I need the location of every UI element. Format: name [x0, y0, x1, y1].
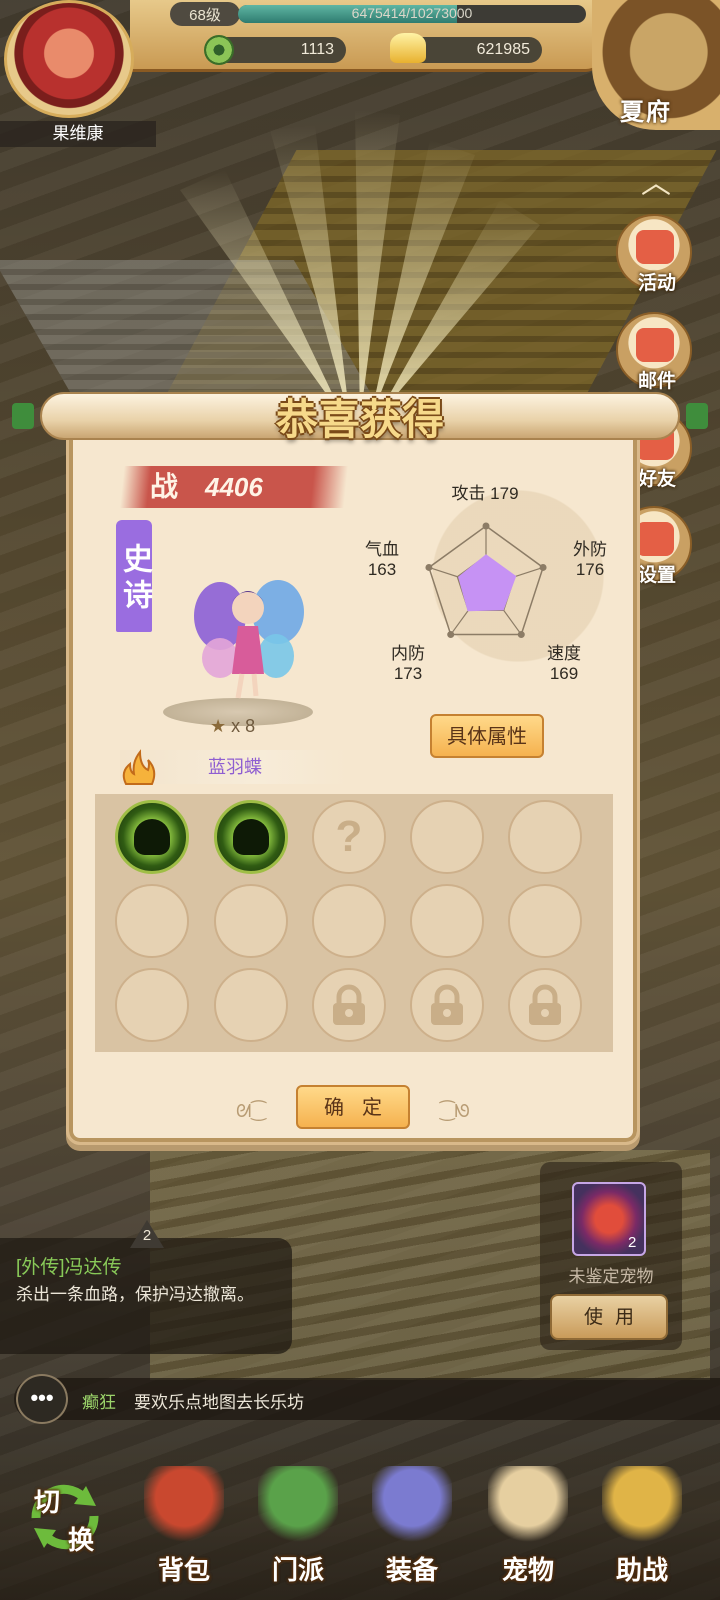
radar-vertex-inner_defense — [447, 631, 455, 639]
nav-label: 装备 — [385, 1556, 438, 1586]
bag-icon — [144, 1466, 224, 1546]
switch-button[interactable]: 切 换 — [12, 1458, 116, 1592]
stat-speed-label: 速度 — [547, 644, 581, 663]
helmet-icon — [602, 1466, 682, 1546]
popup-title: 恭喜获得 — [275, 395, 444, 444]
stat-attack-value: 179 — [490, 484, 519, 503]
stat-hp-value: 163 — [367, 560, 397, 579]
skill-slot-empty[interactable] — [312, 884, 386, 958]
nav-label: 背包 — [157, 1556, 210, 1586]
ornament-left-icon: ᘛ⁐ — [236, 1101, 266, 1121]
lock-icon — [431, 984, 463, 1025]
nav-sword[interactable]: 装备 — [360, 1458, 464, 1592]
stat-outer-defense: 外防 176 — [562, 540, 618, 580]
skill-slot-empty[interactable] — [214, 968, 288, 1042]
scroll-knob-left — [12, 403, 34, 429]
radar-vertex-speed — [517, 631, 525, 639]
nav-cat[interactable]: 宠物 — [476, 1458, 580, 1592]
skill-slot-filled[interactable] — [115, 800, 189, 874]
chat-bar[interactable] — [14, 1378, 720, 1420]
radar-vertex-hp — [425, 563, 433, 571]
skill-slot-locked — [312, 968, 386, 1042]
side-button-label: 好友 — [638, 469, 677, 490]
switch-label-top: 切 — [34, 1488, 61, 1518]
stat-inner-defense-label: 内防 — [391, 644, 425, 663]
stat-inner-defense: 内防 173 — [380, 644, 436, 684]
stat-outer-defense-value: 176 — [575, 560, 605, 579]
stat-radar-chart — [425, 522, 547, 639]
confirm-button[interactable]: 确定 — [296, 1085, 410, 1129]
side-button-label: 设置 — [638, 565, 677, 586]
stat-speed: 速度 169 — [536, 644, 592, 684]
star-count: x 8 — [231, 716, 256, 736]
skill-slot-empty[interactable] — [115, 884, 189, 958]
flame-icon — [122, 749, 156, 785]
power-value: 4406 — [205, 472, 263, 502]
stat-speed-value: 169 — [549, 664, 579, 683]
stat-attack: 攻击 179 — [440, 484, 530, 504]
chat-bubble-icon[interactable]: ••• — [16, 1374, 68, 1424]
dash-skill-icon — [233, 819, 269, 855]
skill-slot-empty[interactable] — [508, 884, 582, 958]
stat-attack-label: 攻击 — [451, 484, 486, 503]
pet-item-label: 未鉴定宠物 — [568, 1267, 654, 1286]
gear-icon — [636, 522, 674, 556]
skill-slot-empty[interactable] — [508, 800, 582, 874]
star-rating: ★ x 8 — [210, 716, 255, 737]
skill-slot-locked — [508, 968, 582, 1042]
skill-slot-empty[interactable] — [410, 800, 484, 874]
sword-icon — [372, 1466, 452, 1546]
radar-value-area — [458, 554, 517, 612]
detailed-attributes-button[interactable]: 具体属性 — [430, 714, 544, 758]
nav-label: 助战 — [615, 1556, 668, 1586]
skill-slot-filled[interactable] — [214, 800, 288, 874]
skill-slot-empty[interactable] — [214, 884, 288, 958]
radar-vertex-attack — [482, 522, 490, 530]
ornament-right-icon: ⁐ᘚ — [440, 1101, 470, 1121]
skill-slot-empty[interactable] — [410, 884, 484, 958]
stat-hp: 气血 163 — [354, 540, 410, 580]
skill-slot-unknown[interactable]: ? — [312, 800, 386, 874]
chat-message: 要欢乐点地图去长乐坊 — [134, 1393, 304, 1412]
chat-speaker[interactable]: 癫狂 — [82, 1388, 116, 1413]
skill-slot-empty[interactable] — [115, 968, 189, 1042]
cat-icon — [488, 1466, 568, 1546]
lock-icon — [529, 984, 561, 1025]
reward-light-rays — [180, 110, 540, 420]
pet-name: 蓝羽蝶 — [208, 757, 262, 777]
nav-bag[interactable]: 背包 — [132, 1458, 236, 1592]
nav-helmet[interactable]: 助战 — [590, 1458, 694, 1592]
lock-icon — [333, 984, 365, 1025]
stat-hp-label: 气血 — [365, 540, 399, 559]
sect-icon — [258, 1466, 338, 1546]
nav-label: 宠物 — [501, 1556, 554, 1586]
quest-description: 杀出一条血路，保护冯达撤离。 — [16, 1285, 254, 1304]
stat-outer-defense-label: 外防 — [573, 540, 607, 559]
power-label: 战 — [150, 470, 179, 503]
quest-title[interactable]: [外传]冯达传 — [16, 1252, 122, 1279]
stat-inner-defense-value: 173 — [393, 664, 423, 683]
shadow-creature-skill-icon — [134, 819, 170, 855]
pet-item-count: 2 — [628, 1234, 637, 1251]
rarity-tag: 史诗 — [116, 520, 152, 632]
nav-label: 门派 — [271, 1556, 324, 1586]
nav-sect[interactable]: 门派 — [246, 1458, 350, 1592]
radar-vertex-outer_defense — [539, 563, 547, 571]
question-mark-icon: ? — [335, 812, 363, 861]
butterfly-pet-sprite — [194, 580, 304, 699]
scroll-knob-right — [686, 403, 708, 429]
switch-label-bottom: 换 — [68, 1526, 95, 1556]
skill-slot-locked — [410, 968, 484, 1042]
use-button[interactable]: 使用 — [550, 1294, 668, 1340]
star-icon: ★ — [210, 716, 227, 736]
